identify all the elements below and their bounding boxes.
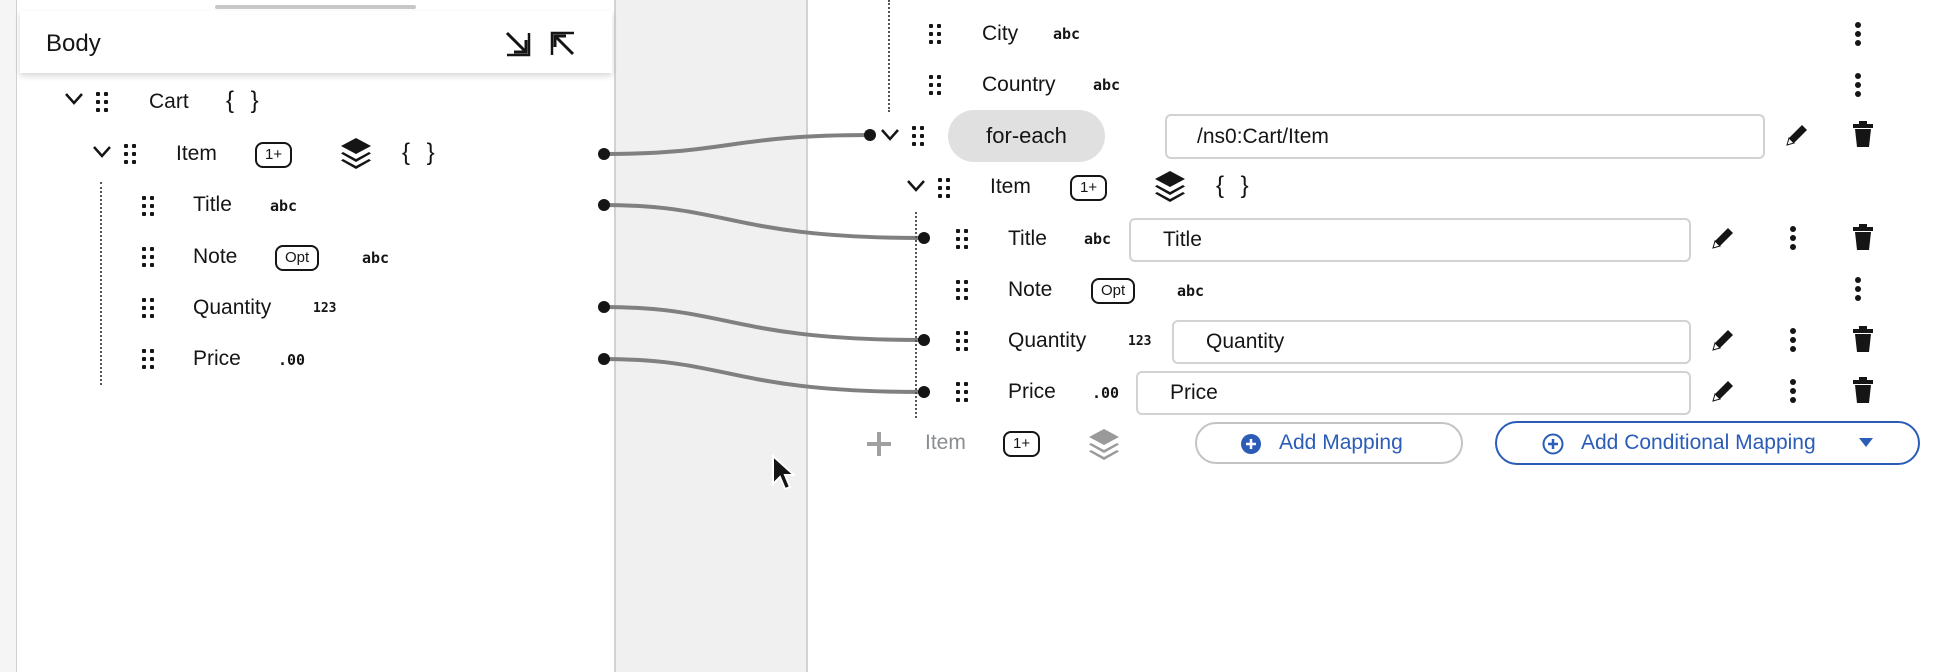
target-field-price: Price xyxy=(1008,380,1056,403)
object-type-icon: { } xyxy=(1216,172,1254,199)
connector-quantity xyxy=(603,305,925,342)
connector-title xyxy=(603,203,925,240)
number-type-icon: 123 xyxy=(1128,334,1152,349)
title-expression-field[interactable]: Title xyxy=(1129,218,1691,262)
chevron-down-icon[interactable] xyxy=(906,179,926,193)
drag-handle-icon[interactable] xyxy=(929,75,941,95)
add-conditional-mapping-label: Add Conditional Mapping xyxy=(1581,431,1816,454)
quantity-expression-field[interactable]: Quantity xyxy=(1172,320,1691,364)
kebab-menu-icon[interactable] xyxy=(1854,277,1862,301)
kebab-menu-icon[interactable] xyxy=(1854,73,1862,97)
tree-node-label: Item xyxy=(990,175,1031,198)
kebab-menu-icon[interactable] xyxy=(1789,328,1797,352)
connector-price xyxy=(603,357,925,394)
pencil-icon[interactable] xyxy=(1710,378,1736,404)
layers-icon xyxy=(1086,426,1122,462)
caret-down-icon xyxy=(1859,438,1873,447)
for-each-expression-field[interactable]: /ns0:Cart/Item xyxy=(1165,114,1765,159)
string-type-icon: abc xyxy=(1177,282,1205,300)
drag-handle-icon[interactable] xyxy=(912,126,924,146)
target-field-country: Country xyxy=(982,73,1056,96)
string-type-icon: abc xyxy=(1093,76,1121,94)
trash-icon[interactable] xyxy=(1853,121,1873,147)
mouse-cursor xyxy=(771,454,795,492)
cardinality-badge: 1+ xyxy=(1070,175,1108,201)
cardinality-badge: 1+ xyxy=(1003,431,1041,457)
add-mapping-label: Add Mapping xyxy=(1279,431,1403,454)
trash-icon[interactable] xyxy=(1853,224,1873,250)
target-field-note: Note xyxy=(1008,278,1053,301)
add-mapping-button[interactable]: Add Mapping xyxy=(1195,422,1463,464)
drag-handle-icon[interactable] xyxy=(938,178,950,198)
tree-guide-line xyxy=(915,212,917,418)
add-row-item-label: Item xyxy=(925,431,966,454)
connector-item xyxy=(603,133,871,156)
tree-guide-line xyxy=(888,0,890,112)
add-conditional-mapping-button[interactable]: Add Conditional Mapping xyxy=(1495,421,1920,465)
trash-icon[interactable] xyxy=(1853,377,1873,403)
drag-handle-icon[interactable] xyxy=(956,331,968,351)
for-each-label: for-each xyxy=(948,110,1105,162)
drag-handle-icon[interactable] xyxy=(956,280,968,300)
target-field-quantity: Quantity xyxy=(1008,329,1087,352)
kebab-menu-icon[interactable] xyxy=(1789,379,1797,403)
target-field-city: City xyxy=(982,22,1019,45)
plus-circle-outline-icon xyxy=(1542,433,1564,455)
pencil-icon[interactable] xyxy=(1784,122,1810,148)
pencil-icon[interactable] xyxy=(1710,225,1736,251)
string-type-icon: abc xyxy=(1053,25,1081,43)
optional-badge: Opt xyxy=(1091,278,1136,304)
plus-icon[interactable] xyxy=(865,430,893,458)
trash-icon[interactable] xyxy=(1853,326,1873,352)
price-expression-field[interactable]: Price xyxy=(1136,371,1691,415)
target-field-title: Title xyxy=(1008,227,1047,250)
drag-handle-icon[interactable] xyxy=(956,382,968,402)
string-type-icon: abc xyxy=(1084,230,1112,248)
pencil-icon[interactable] xyxy=(1710,327,1736,353)
drag-handle-icon[interactable] xyxy=(956,229,968,249)
kebab-menu-icon[interactable] xyxy=(1789,226,1797,250)
layers-icon xyxy=(1152,168,1188,204)
chevron-down-icon[interactable] xyxy=(880,128,900,142)
plus-circle-icon xyxy=(1241,434,1261,454)
decimal-type-icon: .00 xyxy=(1092,384,1120,402)
kebab-menu-icon[interactable] xyxy=(1854,22,1862,46)
drag-handle-icon[interactable] xyxy=(929,24,941,44)
